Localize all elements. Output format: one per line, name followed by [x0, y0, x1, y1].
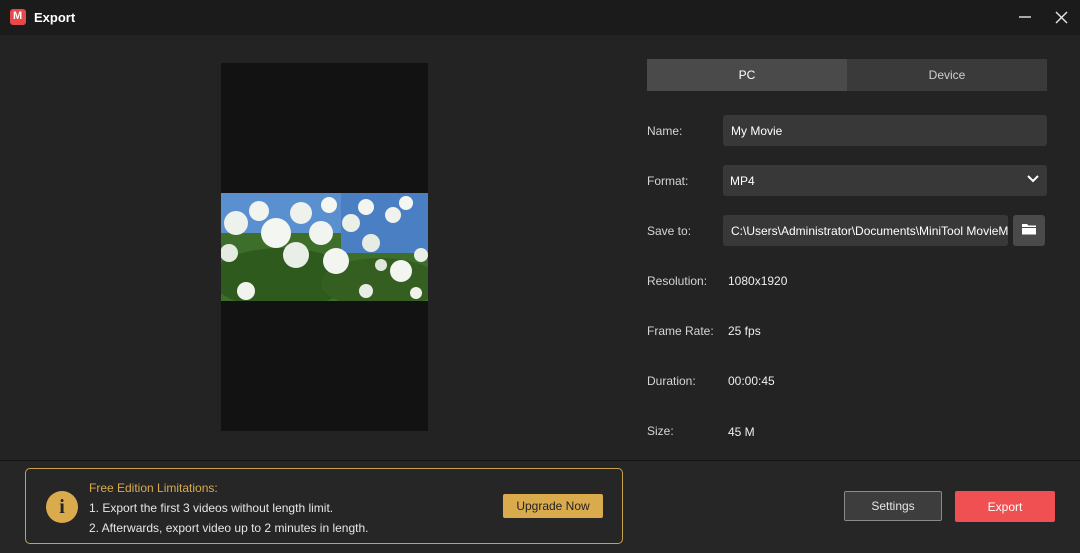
format-value: MP4: [730, 173, 755, 188]
settings-button[interactable]: Settings: [844, 491, 942, 521]
tab-pc[interactable]: PC: [647, 59, 847, 91]
app-logo-icon: M: [10, 9, 26, 25]
duration-label: Duration:: [647, 374, 696, 388]
duration-value: 00:00:45: [728, 374, 775, 388]
size-label: Size:: [647, 424, 674, 438]
size-value: 45 M: [728, 425, 755, 439]
minimize-icon[interactable]: [1013, 6, 1037, 30]
tab-device[interactable]: Device: [847, 59, 1047, 91]
format-label: Format:: [647, 174, 689, 188]
resolution-label: Resolution:: [647, 274, 708, 288]
chevron-down-icon: [1026, 172, 1040, 189]
free-edition-notice: i Free Edition Limitations: 1. Export th…: [25, 468, 623, 544]
export-button[interactable]: Export: [955, 491, 1055, 522]
frame-rate-label: Frame Rate:: [647, 324, 714, 338]
save-path-value: C:\Users\Administrator\Documents\MiniToo…: [731, 223, 1008, 238]
save-path-field[interactable]: C:\Users\Administrator\Documents\MiniToo…: [723, 215, 1008, 246]
resolution-value: 1080x1920: [728, 274, 788, 288]
video-preview: [221, 63, 428, 431]
frame-rate-value: 25 fps: [728, 324, 761, 338]
browse-folder-button[interactable]: [1013, 215, 1045, 246]
save-to-label: Save to:: [647, 224, 692, 238]
format-select[interactable]: MP4: [723, 165, 1047, 196]
info-icon: i: [46, 491, 78, 523]
limits-title: Free Edition Limitations:: [89, 481, 218, 495]
name-input[interactable]: [723, 115, 1047, 146]
name-label: Name:: [647, 124, 683, 138]
folder-icon: [1021, 222, 1037, 239]
preview-panel: [0, 35, 648, 461]
preview-thumbnail: [221, 193, 428, 301]
window-title: Export: [34, 10, 76, 25]
title-bar: M Export: [0, 0, 1080, 35]
limits-line-1: 1. Export the first 3 videos without len…: [89, 501, 334, 515]
export-target-tabs: PC Device: [647, 59, 1047, 91]
close-icon[interactable]: [1049, 6, 1073, 30]
limits-line-2: 2. Afterwards, export video up to 2 minu…: [89, 521, 369, 535]
upgrade-now-button[interactable]: Upgrade Now: [503, 494, 603, 518]
